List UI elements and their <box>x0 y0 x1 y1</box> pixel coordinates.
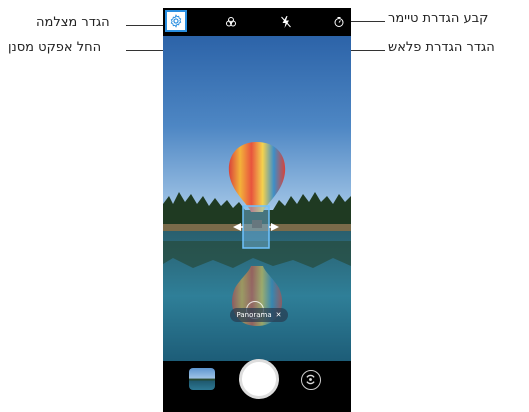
leader-timer <box>345 21 385 22</box>
leader-settings <box>126 25 166 26</box>
callout-filter: החל אפקט מסנן <box>8 40 102 55</box>
switch-camera-icon <box>306 374 315 385</box>
timer-icon <box>334 17 344 27</box>
switch-camera-button[interactable] <box>301 370 321 390</box>
flash-off-icon <box>281 16 291 28</box>
panorama-guide-box[interactable] <box>242 205 270 249</box>
close-icon[interactable]: ✕ <box>276 311 282 319</box>
gallery-thumbnail[interactable] <box>189 368 215 390</box>
callout-flash: הגדר הגדרת פלאש <box>388 40 495 55</box>
gear-icon <box>170 14 182 28</box>
callout-settings: הגדר מצלמה <box>36 15 110 30</box>
phone-screen: Panorama ✕ <box>163 8 351 412</box>
panorama-mode-label: Panorama <box>236 311 272 319</box>
callout-timer: קבע הגדרת טיימר <box>388 11 489 26</box>
flash-button[interactable] <box>278 14 294 30</box>
camera-top-bar <box>163 8 351 36</box>
filter-icon <box>226 17 236 27</box>
timer-button[interactable] <box>331 14 347 30</box>
filter-button[interactable] <box>223 14 239 30</box>
panorama-mode-chip[interactable]: Panorama ✕ <box>230 308 288 322</box>
settings-button[interactable] <box>165 10 187 32</box>
shutter-button[interactable] <box>239 359 279 399</box>
hot-air-balloon <box>228 142 286 212</box>
